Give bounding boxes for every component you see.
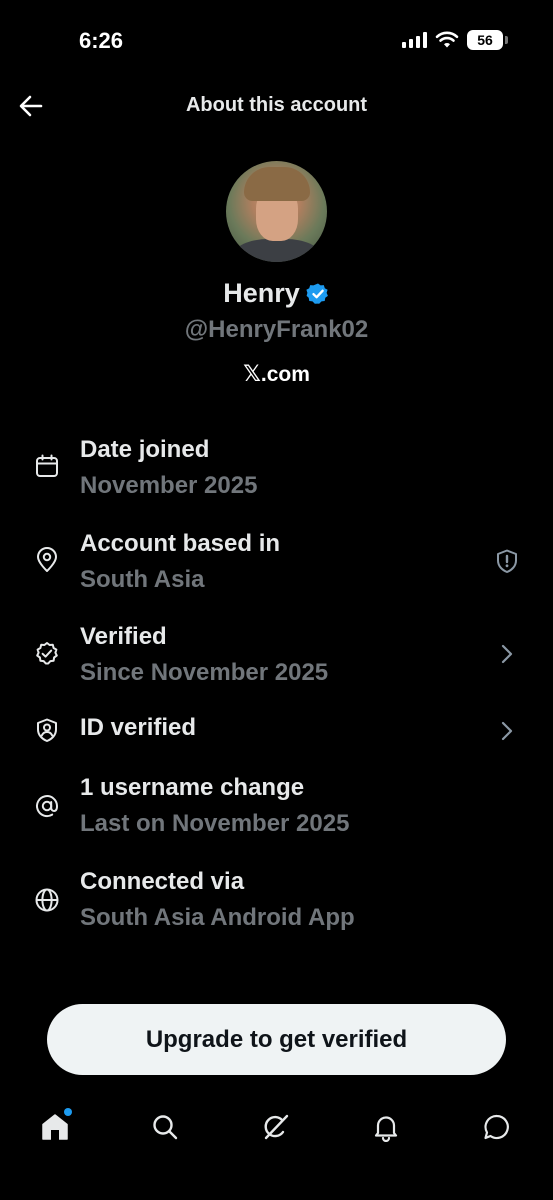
calendar-icon [33, 452, 61, 480]
chevron-right-icon[interactable] [493, 717, 521, 745]
avatar[interactable] [226, 161, 327, 262]
bottom-nav [0, 1100, 553, 1160]
info-item-account-based-in: Account based in South Asia [0, 526, 553, 606]
info-title: 1 username change [80, 774, 305, 801]
notification-dot [64, 1108, 72, 1116]
website-domain: .com [260, 362, 310, 386]
info-title: ID verified [80, 714, 197, 741]
website-link[interactable]: 𝕏 .com [0, 362, 553, 387]
status-time: 6:26 [79, 28, 124, 53]
shield-alert-icon[interactable] [493, 547, 521, 575]
info-subtitle: South Asia [80, 566, 205, 593]
handle: @HenryFrank02 [184, 316, 369, 343]
info-item-date-joined: Date joined November 2025 [0, 432, 553, 512]
verified-badge-icon[interactable] [306, 282, 330, 306]
info-item-username-change: 1 username change Last on November 2025 [0, 772, 553, 852]
nav-home[interactable] [38, 1108, 72, 1144]
info-subtitle: November 2025 [80, 472, 258, 499]
wifi-icon [435, 31, 459, 48]
nav-messages[interactable] [480, 1110, 514, 1144]
verified-badge-outline-icon [33, 640, 61, 668]
globe-icon [33, 886, 61, 914]
info-title: Date joined [80, 436, 210, 463]
id-shield-icon [33, 716, 61, 744]
messages-icon [484, 1114, 509, 1140]
at-sign-icon [33, 792, 61, 820]
chevron-right-icon[interactable] [493, 640, 521, 668]
nav-notifications[interactable] [369, 1110, 403, 1144]
info-subtitle: South Asia Android App [80, 904, 355, 931]
info-title: Verified [80, 623, 167, 650]
battery-indicator: 56 [467, 30, 508, 50]
info-subtitle: Since November 2025 [80, 659, 329, 686]
location-pin-icon [33, 546, 61, 574]
display-name: Henry [223, 278, 300, 308]
nav-search[interactable] [148, 1110, 182, 1144]
page-title: About this account [185, 94, 368, 116]
x-logo: 𝕏 [243, 362, 261, 387]
info-subtitle: Last on November 2025 [80, 810, 350, 837]
info-title: Account based in [80, 530, 281, 557]
header: About this account [0, 80, 553, 132]
info-title: Connected via [80, 868, 245, 895]
bell-icon [374, 1116, 398, 1142]
status-bar: 6:26 56 [0, 0, 553, 80]
cellular-signal-icon [402, 32, 427, 48]
upgrade-button[interactable]: Upgrade to get verified [47, 1004, 506, 1075]
home-icon [42, 1114, 68, 1140]
info-item-connected-via: Connected via South Asia Android App [0, 866, 553, 946]
status-icons: 56 [402, 30, 508, 50]
info-item-verified[interactable]: Verified Since November 2025 [0, 619, 553, 699]
nav-grok[interactable] [259, 1110, 293, 1144]
name-row: Henry [0, 278, 553, 309]
grok-icon [264, 1114, 289, 1140]
search-icon [153, 1115, 178, 1140]
